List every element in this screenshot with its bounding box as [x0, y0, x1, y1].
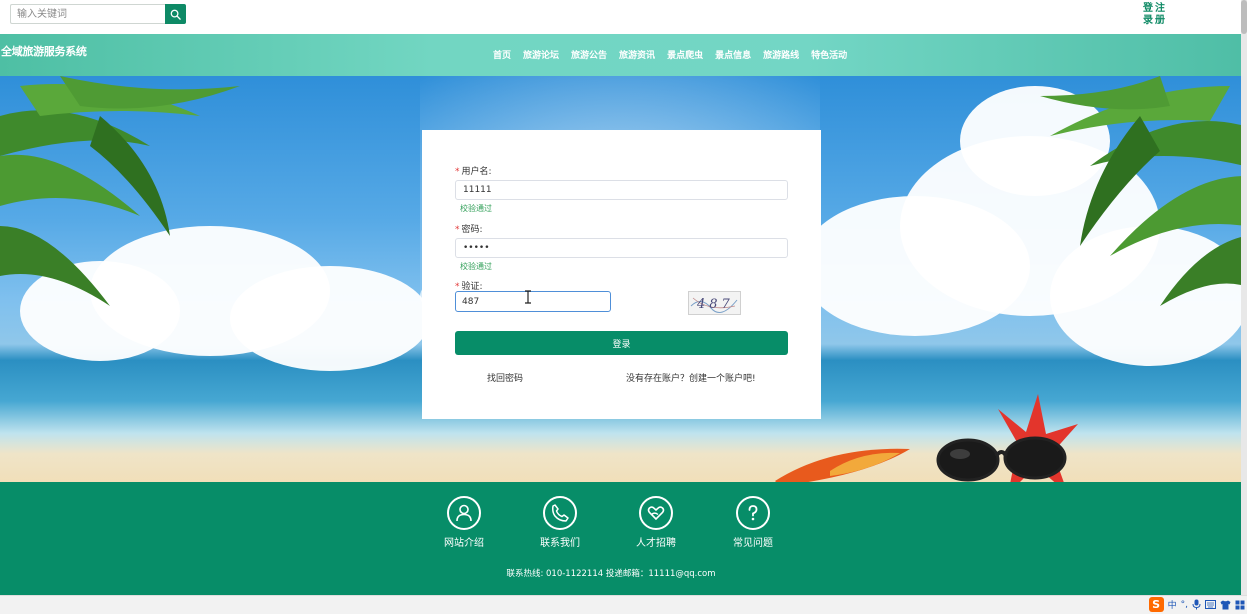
palm-tree-right: [1040, 76, 1241, 306]
captcha-field[interactable]: [455, 291, 611, 312]
ime-punctuation-toggle[interactable]: °,: [1181, 600, 1188, 610]
password-valid-message: 校验通过: [460, 262, 492, 271]
footer-careers[interactable]: 人才招聘: [626, 496, 686, 549]
create-account-link[interactable]: 没有存在账户？创建一个账户吧!: [626, 371, 756, 384]
forgot-password-link[interactable]: 找回密码: [487, 371, 523, 384]
phone-icon: [552, 504, 569, 522]
nav-item-attractions[interactable]: 景点信息: [715, 48, 751, 61]
text-cursor-icon: [525, 290, 531, 304]
captcha-image[interactable]: 487: [688, 291, 741, 315]
username-input[interactable]: [456, 181, 787, 199]
footer-contact-info: 联系热线: 010-1122114 投递邮箱：11111@qq.com: [506, 569, 716, 579]
microphone-icon[interactable]: [1192, 599, 1201, 610]
login-panel: *用户名: 校验通过 *密码: 校验通过 *验证: 487 登录 找回密码 没有…: [422, 130, 821, 419]
search-button[interactable]: [165, 4, 186, 24]
footer-about[interactable]: 网站介绍: [434, 496, 494, 549]
username-valid-message: 校验通过: [460, 204, 492, 213]
username-label: * 用户名:: [455, 167, 492, 177]
password-label: * 密码:: [455, 225, 483, 235]
login-link[interactable]: 登 录: [1142, 3, 1154, 27]
password-input[interactable]: [456, 239, 787, 257]
auth-links: 登 录 注 册: [1142, 3, 1170, 27]
ime-toolbar: S 中 °,: [1148, 597, 1245, 612]
nav-item-routes[interactable]: 旅游路线: [763, 48, 799, 61]
toolbox-icon[interactable]: [1235, 600, 1245, 610]
bottom-scrollbar: [0, 595, 1247, 614]
search-box[interactable]: [10, 4, 165, 24]
captcha-noise: 487: [690, 297, 738, 313]
cloud: [230, 266, 430, 371]
nav-item-home[interactable]: 首页: [493, 48, 511, 61]
nav-item-news[interactable]: 旅游资讯: [619, 48, 655, 61]
captcha-input[interactable]: [456, 292, 610, 311]
site-title: 全域旅游服务系统: [1, 45, 87, 58]
ime-language-toggle[interactable]: 中: [1168, 598, 1177, 611]
captcha-text: 487: [696, 297, 734, 312]
footer-faq[interactable]: 常见问题: [723, 496, 783, 549]
search-input[interactable]: [11, 5, 165, 23]
nav-item-events[interactable]: 特色活动: [811, 48, 847, 61]
palm-tree-left: [0, 76, 240, 306]
sunglasses: [936, 436, 1067, 482]
nav-menu: 首页 旅游论坛 旅游公告 旅游资讯 景点爬虫 景点信息 旅游路线 特色活动: [493, 48, 847, 61]
page-scrollbar[interactable]: [1241, 0, 1247, 595]
user-icon: [456, 504, 472, 522]
surfboard: [775, 448, 910, 482]
footer: 网站介绍 联系我们 人才招聘 常见问题 联系热线: 010-1122114 投递…: [0, 482, 1241, 595]
footer-contact[interactable]: 联系我们: [530, 496, 590, 549]
nav-item-announcements[interactable]: 旅游公告: [571, 48, 607, 61]
nav-bar: 全域旅游服务系统 首页 旅游论坛 旅游公告 旅游资讯 景点爬虫 景点信息 旅游路…: [0, 34, 1241, 76]
register-link[interactable]: 注 册: [1154, 3, 1166, 27]
skin-icon[interactable]: [1220, 600, 1231, 610]
nav-item-scraper[interactable]: 景点爬虫: [667, 48, 703, 61]
top-bar: 登 录 注 册: [0, 0, 1247, 34]
password-field[interactable]: [455, 238, 788, 258]
login-button[interactable]: 登录: [455, 331, 788, 355]
heart-hand-icon: [647, 506, 665, 521]
sogou-ime-icon[interactable]: S: [1148, 597, 1164, 612]
keyboard-icon[interactable]: [1205, 600, 1216, 609]
question-icon: [748, 505, 758, 521]
nav-item-forum[interactable]: 旅游论坛: [523, 48, 559, 61]
scrollbar-thumb[interactable]: [1241, 0, 1247, 34]
search-icon: [170, 9, 181, 20]
username-field[interactable]: [455, 180, 788, 200]
